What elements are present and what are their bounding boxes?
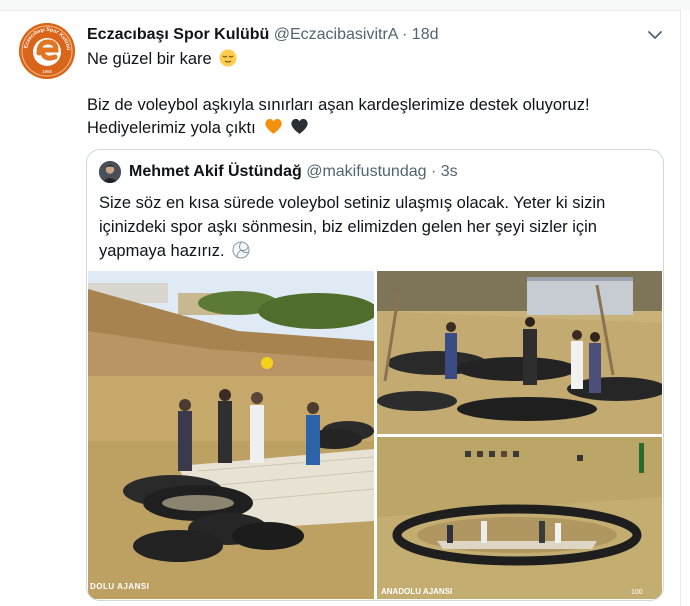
watermark-1: DOLU AJANSI [90,582,149,591]
avatar-year: 1966 [42,69,53,74]
tweet-header: Eczacıbaşı Spor Kulübü @EczacibasivitrA … [87,26,439,44]
quoted-header: Mehmet Akif Üstündağ @makifustundag · 3s [129,163,458,181]
separator: · [402,26,408,43]
photo-volleyball-field-icon: DOLU AJANSI [88,271,374,599]
author-handle[interactable]: @EczacibasivitrA [274,26,398,43]
relieved-face-icon [219,49,237,67]
top-border [0,0,690,11]
quoted-author-name[interactable]: Mehmet Akif Üstündağ [129,163,302,180]
quoted-text: Size söz en kısa sürede voleybol setiniz… [99,191,639,263]
volleyball-icon [232,241,250,259]
watermark-3: ANADOLU AJANSI [381,587,452,596]
quoted-text-body: Size söz en kısa sürede voleybol setiniz… [99,194,606,260]
anniversary-badge: 100 [631,589,643,596]
eczacibasi-logo-icon: Eczacıbaşı Spor Kulübü 1966 [19,23,75,79]
right-border [680,10,690,606]
quoted-tweet[interactable]: Mehmet Akif Üstündağ @makifustundag · 3s… [86,149,664,601]
person-photo-icon [99,161,121,183]
orange-heart-icon [265,118,282,134]
quoted-separator: · [430,163,437,180]
timestamp[interactable]: 18d [412,26,439,43]
photo-3[interactable]: ANADOLU AJANSI 100 [377,437,662,599]
photo-1[interactable]: DOLU AJANSI [88,271,374,599]
black-heart-icon [291,118,308,134]
photo-tire-court-icon: ANADOLU AJANSI 100 [377,437,662,599]
photo-2[interactable] [377,271,662,434]
avatar[interactable]: Eczacıbaşı Spor Kulübü 1966 [19,23,75,79]
quoted-author-handle[interactable]: @makifustundag [306,163,426,180]
tweet-line-1: Ne güzel bir kare [87,50,212,68]
more-options-button[interactable] [644,24,666,46]
tweet-line-3: Hediyelerimiz yola çıktı [87,119,256,137]
author-name[interactable]: Eczacıbaşı Spor Kulübü [87,26,269,43]
tweet-line-2: Biz de voleybol aşkıyla sınırları aşan k… [87,96,590,114]
quoted-avatar[interactable] [99,161,121,183]
quoted-timestamp[interactable]: 3s [441,163,458,180]
tweet-text: Ne güzel bir kare Biz de voleybol aşkıyl… [87,48,667,140]
chevron-down-icon [648,31,662,39]
photo-kids-tires-icon [377,271,662,434]
